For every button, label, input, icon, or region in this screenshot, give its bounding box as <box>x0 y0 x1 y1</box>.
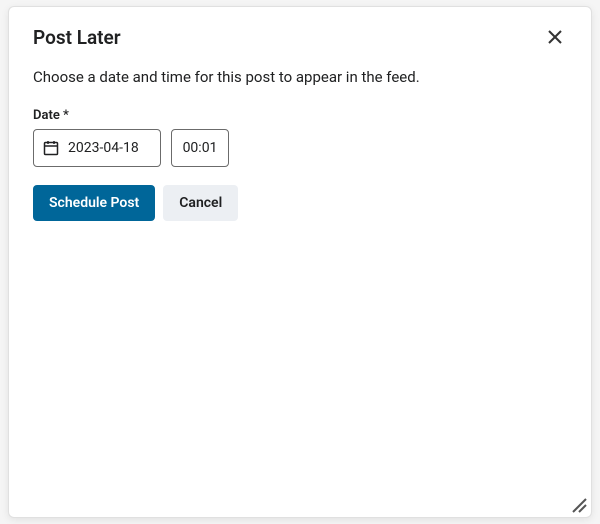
schedule-post-button[interactable]: Schedule Post <box>33 185 155 221</box>
scroll-spacer <box>33 221 567 517</box>
close-icon <box>547 29 563 45</box>
modal-description: Choose a date and time for this post to … <box>33 67 567 88</box>
date-field-label: Date * <box>33 108 567 123</box>
post-later-modal: Post Later Choose a date and time for th… <box>8 6 592 518</box>
action-buttons: Schedule Post Cancel <box>33 185 567 221</box>
date-input-container[interactable] <box>33 129 161 167</box>
time-input-container[interactable] <box>171 129 229 167</box>
modal-header: Post Later <box>9 7 591 59</box>
modal-title: Post Later <box>33 26 121 49</box>
datetime-inputs <box>33 129 567 167</box>
date-input[interactable] <box>68 140 150 156</box>
modal-body: Choose a date and time for this post to … <box>9 59 591 517</box>
cancel-button[interactable]: Cancel <box>163 185 238 221</box>
close-button[interactable] <box>543 25 567 49</box>
resize-handle[interactable] <box>569 495 587 513</box>
resize-grip-icon <box>569 495 587 513</box>
time-input[interactable] <box>182 140 218 156</box>
calendar-icon <box>43 140 59 156</box>
